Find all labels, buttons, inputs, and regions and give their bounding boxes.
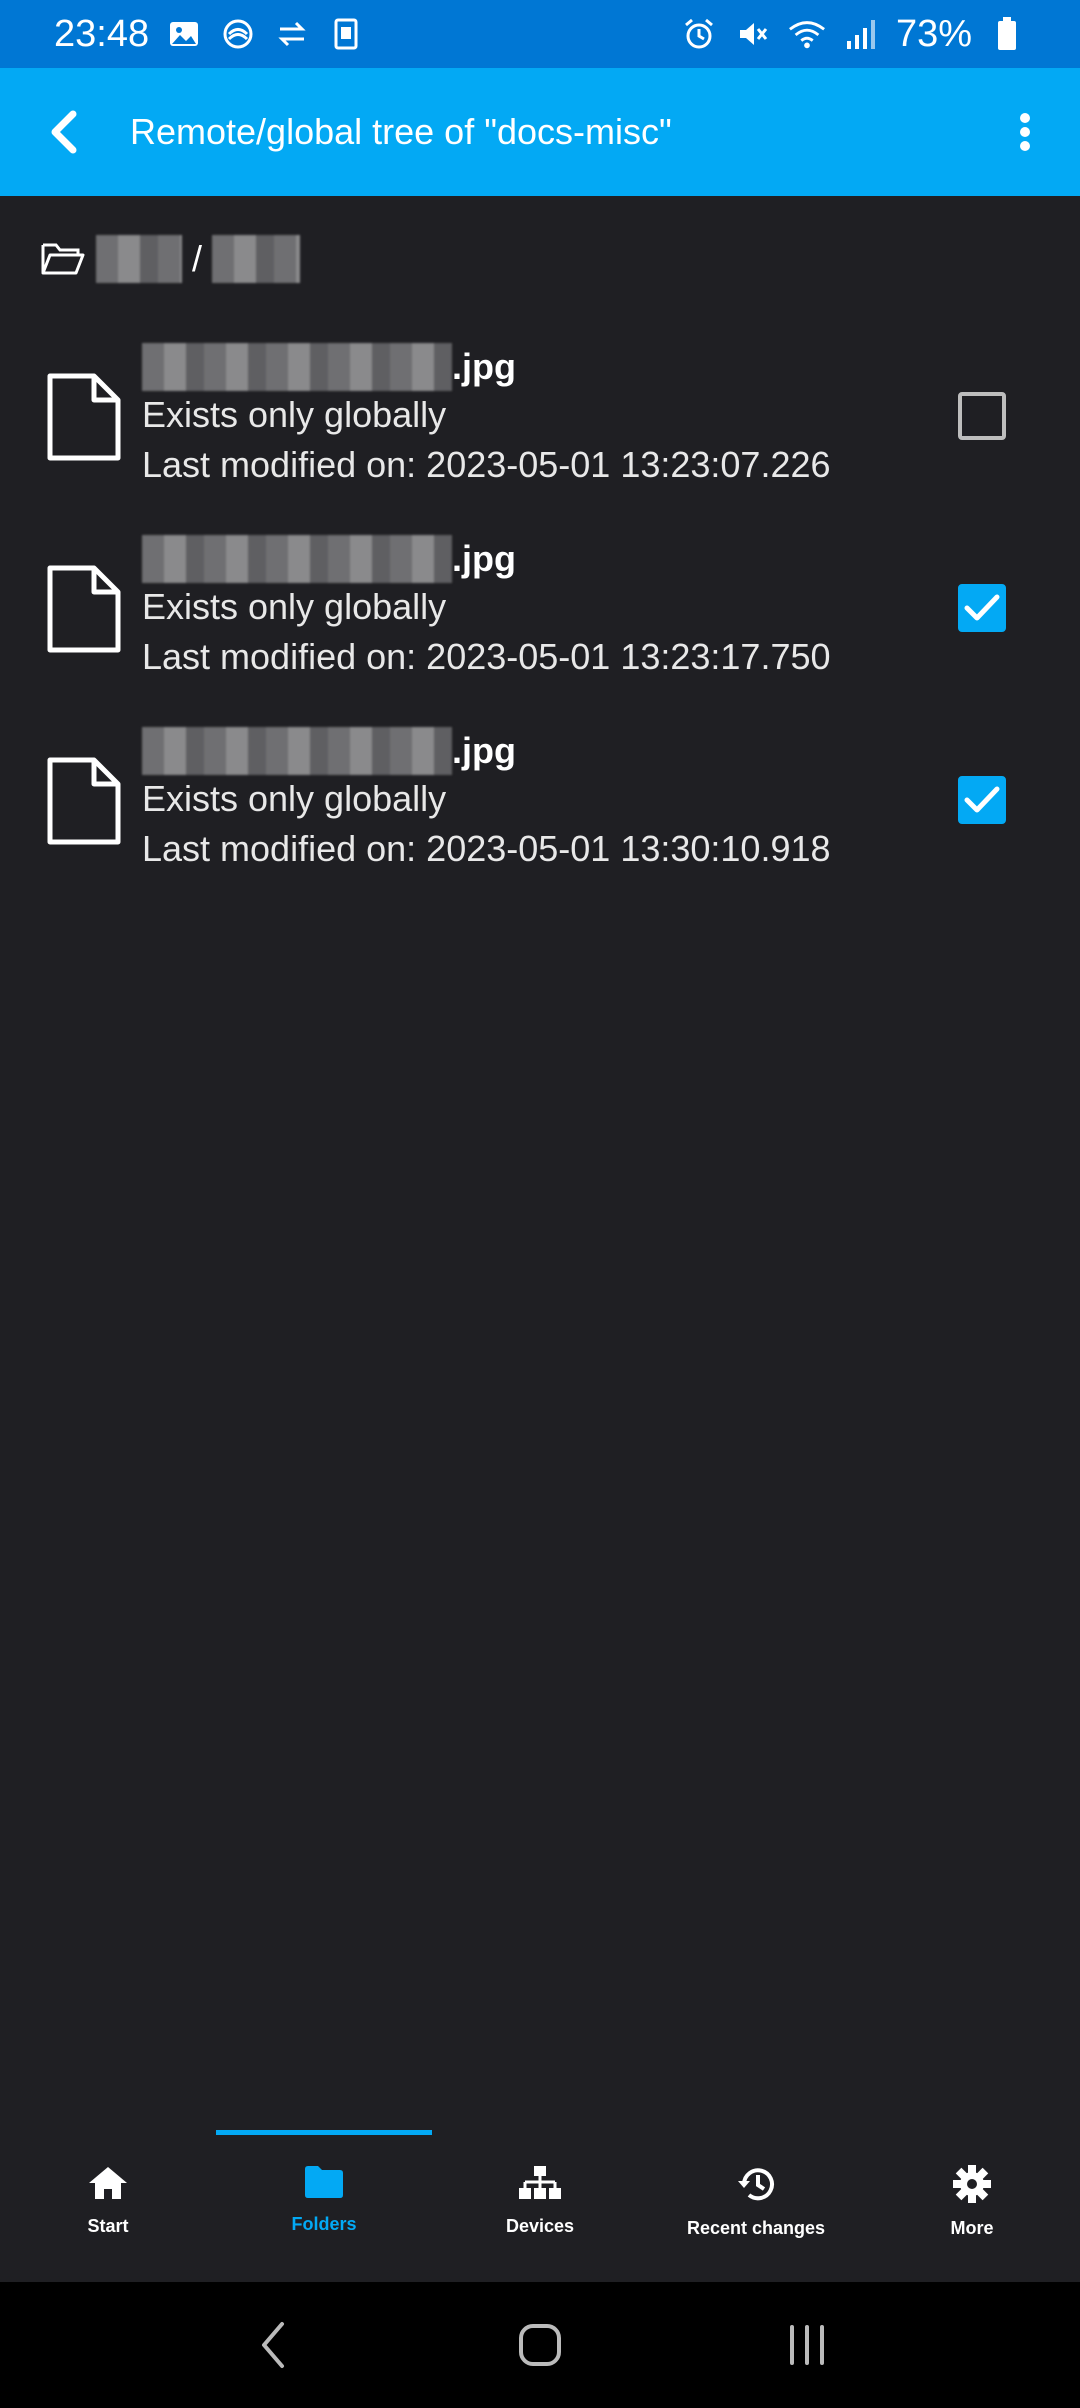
file-status: Exists only globally [142,778,447,819]
file-name-redacted [142,727,452,775]
alarm-icon [680,15,718,53]
app-bar: Remote/global tree of "docs-misc" [0,68,1080,196]
status-time: 23:48 [54,12,150,55]
back-button[interactable] [0,68,130,196]
file-text: .jpg Exists only globally Last modified … [142,727,831,874]
file-list: .jpg Exists only globally Last modified … [0,330,1080,906]
file-icon [47,565,121,653]
overflow-menu-button[interactable] [970,68,1080,196]
file-text: .jpg Exists only globally Last modified … [142,343,831,490]
file-icon [47,757,121,845]
battery-percent: 73% [895,12,972,55]
breadcrumb-redacted-segment [96,235,182,283]
nav-label: Devices [505,2216,575,2236]
page-title: Remote/global tree of "docs-misc" [130,111,672,152]
more-vert-icon [1020,113,1030,151]
status-bar-left: 23:48 [54,13,365,56]
system-back-button[interactable] [233,2305,313,2385]
nav-folders[interactable]: Folders [216,2130,432,2282]
home-icon [89,2167,127,2199]
folder-icon [305,2166,343,2198]
mute-icon [734,15,772,53]
nav-label: Start [87,2216,129,2236]
app-icon [327,15,365,53]
home-circle-icon [518,2324,561,2366]
history-icon [738,2168,774,2201]
list-item[interactable]: .jpg Exists only globally Last modified … [0,714,1080,906]
nav-label: More [950,2218,994,2238]
system-home-button[interactable] [500,2305,580,2385]
status-bar: 23:48 73% [0,0,1080,68]
nav-recent-changes[interactable]: Recent changes [648,2130,864,2282]
transfer-icon [273,15,311,53]
file-modified: Last modified on: 2023-05-01 13:30:10.91… [142,828,831,869]
file-name: .jpg [142,535,831,583]
breadcrumb[interactable]: / [40,232,301,286]
file-checkbox[interactable] [958,584,1006,632]
list-item[interactable]: .jpg Exists only globally Last modified … [0,330,1080,522]
sync-icon [219,15,257,53]
list-item[interactable]: .jpg Exists only globally Last modified … [0,522,1080,714]
nav-start[interactable]: Start [0,2130,216,2282]
system-recents-button[interactable] [767,2305,847,2385]
nav-devices[interactable]: Devices [432,2130,648,2282]
check-icon [964,594,1000,621]
check-icon [964,786,1000,813]
file-text: .jpg Exists only globally Last modified … [142,535,831,682]
file-modified: Last modified on: 2023-05-01 13:23:17.75… [142,636,831,677]
file-icon [47,373,121,461]
file-extension: .jpg [452,538,516,579]
folder-open-icon [41,243,85,275]
wifi-icon [788,15,826,53]
status-bar-right: 73% [680,13,1026,56]
breadcrumb-redacted-segment [212,235,301,283]
file-checkbox[interactable] [958,776,1006,824]
file-status: Exists only globally [142,586,447,627]
back-arrow-icon [262,2322,285,2368]
breadcrumb-separator: / [192,238,203,279]
file-name: .jpg [142,727,831,775]
file-name: .jpg [142,343,831,391]
gear-icon [953,2165,991,2203]
file-extension: .jpg [452,730,516,771]
devices-icon [519,2166,561,2199]
file-modified: Last modified on: 2023-05-01 13:23:07.22… [142,444,831,485]
recents-icon [789,2325,824,2365]
file-name-redacted [142,343,452,391]
signal-icon [842,15,880,53]
battery-icon [988,15,1026,53]
nav-label: Recent changes [686,2218,826,2238]
file-extension: .jpg [452,346,516,387]
system-navigation-bar [0,2282,1080,2408]
image-icon [165,15,203,53]
chevron-left-icon [51,110,77,154]
active-tab-indicator [216,2130,432,2135]
screen: 23:48 73% Remote/global tree of "docs-mi… [0,0,1080,2408]
file-name-redacted [142,535,452,583]
nav-more[interactable]: More [864,2130,1080,2282]
nav-label: Folders [291,2214,357,2234]
bottom-navigation: Start Folders Devices Recent changes Mor… [0,2130,1080,2282]
file-status: Exists only globally [142,394,447,435]
file-checkbox[interactable] [958,392,1006,440]
